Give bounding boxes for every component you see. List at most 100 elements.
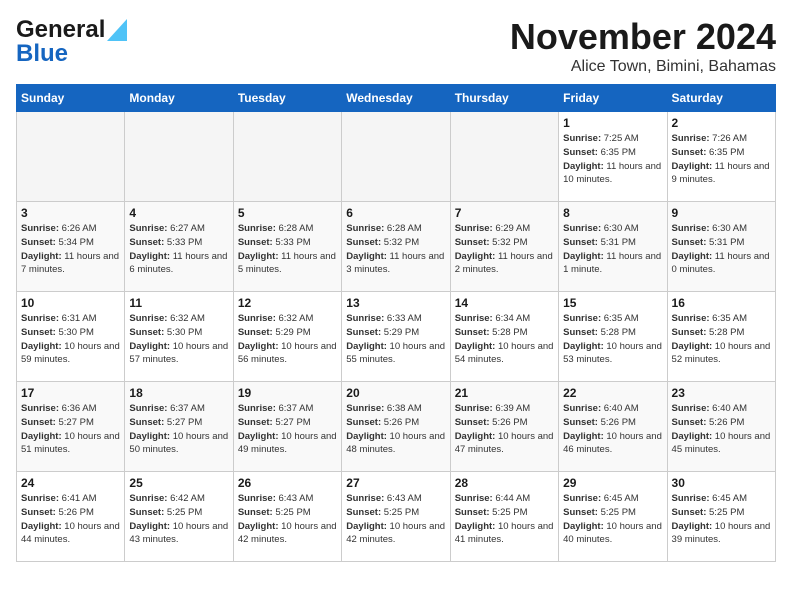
calendar-cell: 12 Sunrise: 6:32 AMSunset: 5:29 PMDayligh… <box>233 292 341 382</box>
day-number: 1 <box>563 116 662 130</box>
day-number: 30 <box>672 476 771 490</box>
day-info: Sunrise: 7:25 AMSunset: 6:35 PMDaylight:… <box>563 132 662 187</box>
calendar-cell: 1 Sunrise: 7:25 AMSunset: 6:35 PMDaylight… <box>559 112 667 202</box>
day-info: Sunrise: 6:37 AMSunset: 5:27 PMDaylight:… <box>238 402 337 457</box>
weekday-header: Sunday <box>17 85 125 112</box>
calendar-cell: 25Sunrise: 6:42 AMSunset: 5:25 PMDayligh… <box>125 472 233 562</box>
day-info: Sunrise: 6:32 AMSunset: 5:29 PMDaylight:… <box>238 312 337 367</box>
logo-blue: Blue <box>16 40 68 68</box>
day-number: 24 <box>21 476 120 490</box>
day-info: Sunrise: 6:42 AMSunset: 5:25 PMDaylight:… <box>129 492 228 547</box>
calendar-cell <box>125 112 233 202</box>
day-info: Sunrise: 6:28 AMSunset: 5:32 PMDaylight:… <box>346 222 445 277</box>
day-number: 22 <box>563 386 662 400</box>
day-number: 6 <box>346 206 445 220</box>
day-number: 23 <box>672 386 771 400</box>
day-info: Sunrise: 6:44 AMSunset: 5:25 PMDaylight:… <box>455 492 554 547</box>
calendar-cell: 7Sunrise: 6:29 AMSunset: 5:32 PMDaylight… <box>450 202 558 292</box>
day-info: Sunrise: 6:31 AMSunset: 5:30 PMDaylight:… <box>21 312 120 367</box>
calendar-cell: 8 Sunrise: 6:30 AMSunset: 5:31 PMDaylight… <box>559 202 667 292</box>
calendar-cell: 24Sunrise: 6:41 AMSunset: 5:26 PMDayligh… <box>17 472 125 562</box>
day-info: Sunrise: 6:37 AMSunset: 5:27 PMDaylight:… <box>129 402 228 457</box>
weekday-header: Friday <box>559 85 667 112</box>
day-info: Sunrise: 6:43 AMSunset: 5:25 PMDaylight:… <box>346 492 445 547</box>
weekday-header: Tuesday <box>233 85 341 112</box>
calendar-cell: 13 Sunrise: 6:33 AMSunset: 5:29 PMDayligh… <box>342 292 450 382</box>
calendar-cell <box>450 112 558 202</box>
calendar-cell: 16 Sunrise: 6:35 AMSunset: 5:28 PMDayligh… <box>667 292 775 382</box>
calendar-cell: 5Sunrise: 6:28 AMSunset: 5:33 PMDaylight… <box>233 202 341 292</box>
day-number: 9 <box>672 206 771 220</box>
day-number: 14 <box>455 296 554 310</box>
day-number: 26 <box>238 476 337 490</box>
calendar-cell: 3 Sunrise: 6:26 AMSunset: 5:34 PMDaylight… <box>17 202 125 292</box>
calendar-week-row: 3 Sunrise: 6:26 AMSunset: 5:34 PMDaylight… <box>17 202 776 292</box>
calendar-table: SundayMondayTuesdayWednesdayThursdayFrid… <box>16 84 776 562</box>
day-number: 4 <box>129 206 228 220</box>
day-info: Sunrise: 6:32 AMSunset: 5:30 PMDaylight:… <box>129 312 228 367</box>
day-info: Sunrise: 6:35 AMSunset: 5:28 PMDaylight:… <box>672 312 771 367</box>
day-info: Sunrise: 6:27 AMSunset: 5:33 PMDaylight:… <box>129 222 228 277</box>
day-info: Sunrise: 6:33 AMSunset: 5:29 PMDaylight:… <box>346 312 445 367</box>
calendar-cell: 2 Sunrise: 7:26 AMSunset: 6:35 PMDaylight… <box>667 112 775 202</box>
calendar-cell: 26 Sunrise: 6:43 AMSunset: 5:25 PMDayligh… <box>233 472 341 562</box>
calendar-cell: 14 Sunrise: 6:34 AMSunset: 5:28 PMDayligh… <box>450 292 558 382</box>
calendar-cell: 20 Sunrise: 6:38 AMSunset: 5:26 PMDayligh… <box>342 382 450 472</box>
day-number: 7 <box>455 206 554 220</box>
day-info: Sunrise: 6:45 AMSunset: 5:25 PMDaylight:… <box>563 492 662 547</box>
weekday-header: Saturday <box>667 85 775 112</box>
day-number: 5 <box>238 206 337 220</box>
logo-icon <box>107 19 127 41</box>
calendar-week-row: 17 Sunrise: 6:36 AMSunset: 5:27 PMDayligh… <box>17 382 776 472</box>
day-number: 29 <box>563 476 662 490</box>
calendar-cell: 21Sunrise: 6:39 AMSunset: 5:26 PMDayligh… <box>450 382 558 472</box>
calendar-cell: 17 Sunrise: 6:36 AMSunset: 5:27 PMDayligh… <box>17 382 125 472</box>
calendar-cell: 19 Sunrise: 6:37 AMSunset: 5:27 PMDayligh… <box>233 382 341 472</box>
calendar-cell <box>342 112 450 202</box>
day-info: Sunrise: 6:30 AMSunset: 5:31 PMDaylight:… <box>672 222 771 277</box>
logo: General Blue <box>16 16 127 68</box>
day-number: 20 <box>346 386 445 400</box>
day-number: 17 <box>21 386 120 400</box>
day-info: Sunrise: 7:26 AMSunset: 6:35 PMDaylight:… <box>672 132 771 187</box>
weekday-header: Wednesday <box>342 85 450 112</box>
calendar-week-row: 24Sunrise: 6:41 AMSunset: 5:26 PMDayligh… <box>17 472 776 562</box>
calendar-cell: 4 Sunrise: 6:27 AMSunset: 5:33 PMDaylight… <box>125 202 233 292</box>
calendar-header-row: SundayMondayTuesdayWednesdayThursdayFrid… <box>17 85 776 112</box>
day-info: Sunrise: 6:30 AMSunset: 5:31 PMDaylight:… <box>563 222 662 277</box>
day-info: Sunrise: 6:39 AMSunset: 5:26 PMDaylight:… <box>455 402 554 457</box>
title-block: November 2024 Alice Town, Bimini, Bahama… <box>510 16 776 76</box>
calendar-cell: 23 Sunrise: 6:40 AMSunset: 5:26 PMDayligh… <box>667 382 775 472</box>
day-number: 18 <box>129 386 228 400</box>
calendar-week-row: 10 Sunrise: 6:31 AMSunset: 5:30 PMDayligh… <box>17 292 776 382</box>
calendar-cell: 10 Sunrise: 6:31 AMSunset: 5:30 PMDayligh… <box>17 292 125 382</box>
day-number: 11 <box>129 296 228 310</box>
day-number: 16 <box>672 296 771 310</box>
calendar-cell <box>17 112 125 202</box>
day-number: 13 <box>346 296 445 310</box>
weekday-header: Monday <box>125 85 233 112</box>
day-info: Sunrise: 6:34 AMSunset: 5:28 PMDaylight:… <box>455 312 554 367</box>
day-info: Sunrise: 6:40 AMSunset: 5:26 PMDaylight:… <box>672 402 771 457</box>
header: General Blue November 2024 Alice Town, B… <box>16 16 776 76</box>
day-info: Sunrise: 6:43 AMSunset: 5:25 PMDaylight:… <box>238 492 337 547</box>
day-info: Sunrise: 6:26 AMSunset: 5:34 PMDaylight:… <box>21 222 120 277</box>
day-number: 2 <box>672 116 771 130</box>
calendar-week-row: 1 Sunrise: 7:25 AMSunset: 6:35 PMDaylight… <box>17 112 776 202</box>
location-title: Alice Town, Bimini, Bahamas <box>510 58 776 76</box>
day-number: 8 <box>563 206 662 220</box>
month-title: November 2024 <box>510 16 776 58</box>
day-number: 19 <box>238 386 337 400</box>
calendar-cell: 30 Sunrise: 6:45 AMSunset: 5:25 PMDayligh… <box>667 472 775 562</box>
day-info: Sunrise: 6:38 AMSunset: 5:26 PMDaylight:… <box>346 402 445 457</box>
calendar-cell: 9 Sunrise: 6:30 AMSunset: 5:31 PMDaylight… <box>667 202 775 292</box>
weekday-header: Thursday <box>450 85 558 112</box>
calendar-cell: 22Sunrise: 6:40 AMSunset: 5:26 PMDayligh… <box>559 382 667 472</box>
day-info: Sunrise: 6:36 AMSunset: 5:27 PMDaylight:… <box>21 402 120 457</box>
calendar-cell: 15Sunrise: 6:35 AMSunset: 5:28 PMDayligh… <box>559 292 667 382</box>
day-info: Sunrise: 6:45 AMSunset: 5:25 PMDaylight:… <box>672 492 771 547</box>
day-number: 27 <box>346 476 445 490</box>
day-number: 10 <box>21 296 120 310</box>
day-number: 12 <box>238 296 337 310</box>
day-number: 3 <box>21 206 120 220</box>
